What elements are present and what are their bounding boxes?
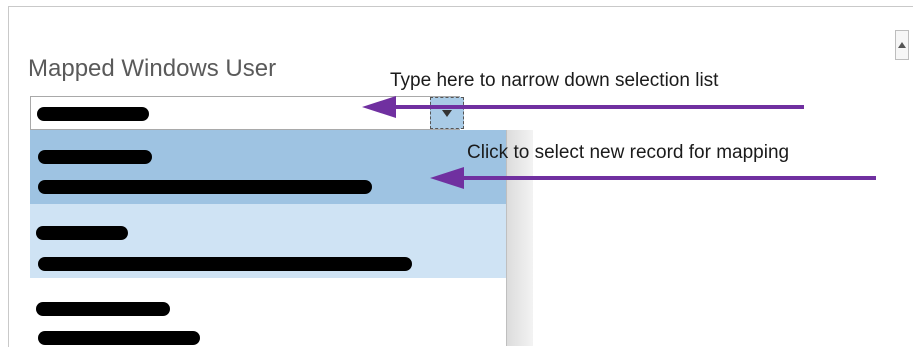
annotation-arrowhead-narrow-down <box>362 96 396 118</box>
annotation-arrowhead-select-record <box>430 167 464 189</box>
annotation-narrow-down: Type here to narrow down selection list <box>390 70 719 91</box>
annotation-arrows <box>362 96 876 189</box>
annotation-select-record: Click to select new record for mapping <box>467 142 790 163</box>
